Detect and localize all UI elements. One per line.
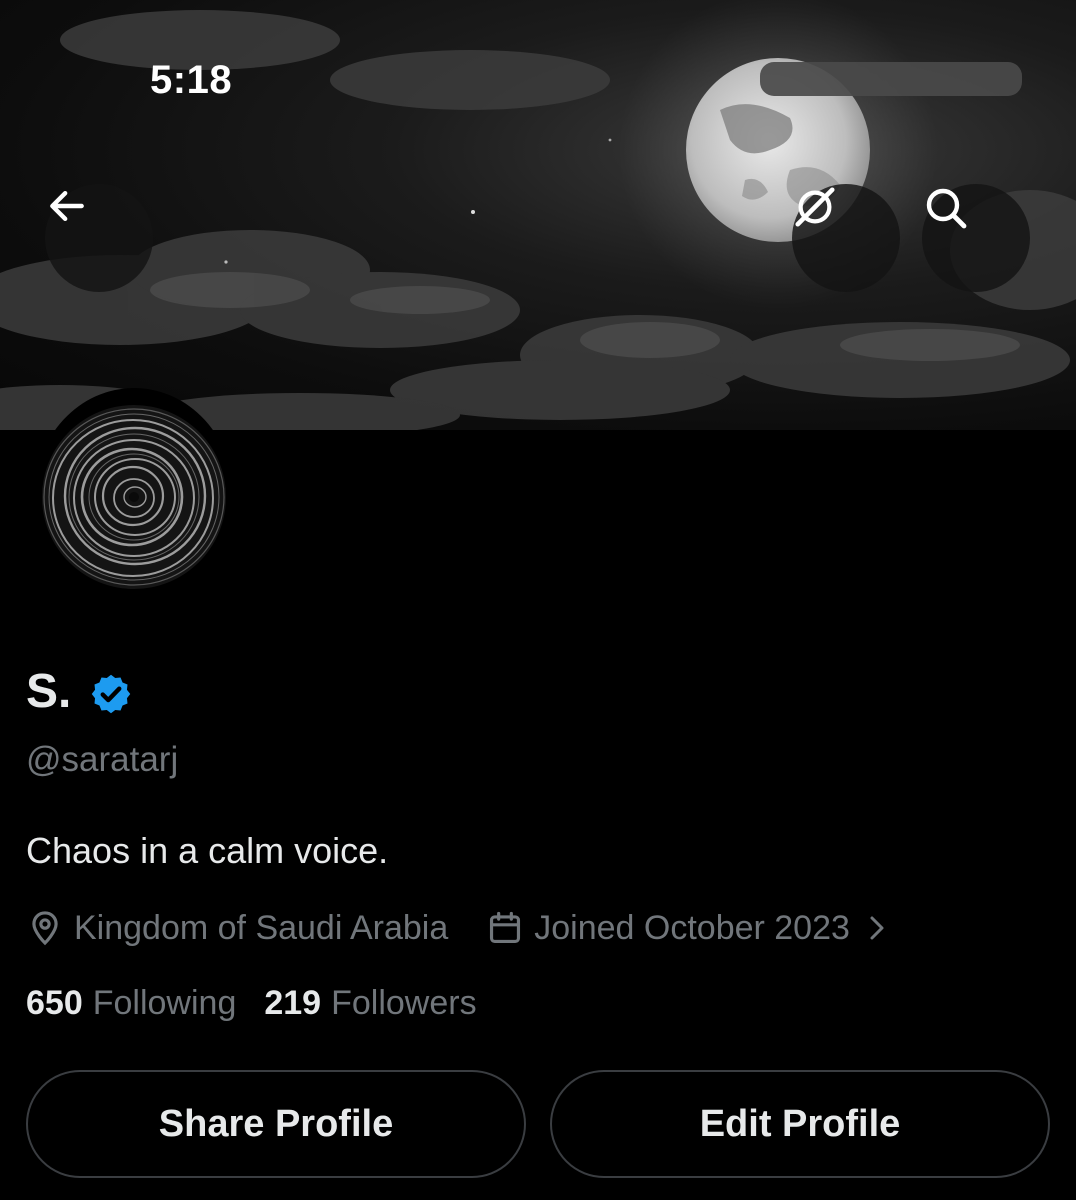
followers-label: Followers [331,984,477,1022]
calendar-icon [490,911,521,944]
back-button[interactable] [45,184,153,292]
status-bar-time: 5:18 [150,58,233,102]
user-handle: @saratarj [26,740,179,779]
location-pin-icon [32,911,58,946]
search-button[interactable] [922,184,1030,292]
profile-bio: Chaos in a calm voice. [26,830,389,871]
location-item: Kingdom of Saudi Arabia [26,909,448,948]
edit-profile-button[interactable]: Edit Profile [550,1070,1050,1178]
avatar-spiral-image [42,405,226,589]
followers-count: 219 [264,984,322,1022]
following-label: Following [92,984,237,1022]
follow-counts: 650 Following 219 Followers [26,984,477,1023]
name-row: S. [26,664,133,719]
grok-icon [795,187,835,227]
followers-link[interactable]: 219 Followers [264,984,476,1023]
share-profile-button[interactable]: Share Profile [26,1070,526,1178]
redacted-status-area [760,62,1022,96]
verified-badge-icon[interactable] [89,672,133,716]
profile-avatar[interactable] [34,388,234,606]
arrow-left-icon [50,190,84,222]
joined-text: Joined October 2023 [534,908,850,947]
search-icon [926,188,967,229]
profile-meta: Kingdom of Saudi Arabia Joined October 2… [26,904,900,952]
location-text: Kingdom of Saudi Arabia [74,908,449,947]
profile-banner[interactable]: 5:18 [0,0,1076,430]
chevron-right-icon [870,916,884,940]
display-name: S. [26,665,72,718]
grok-button[interactable] [792,184,900,292]
following-count: 650 [26,984,83,1022]
following-link[interactable]: 650 Following [26,984,236,1023]
joined-item[interactable]: Joined October 2023 [486,909,900,948]
